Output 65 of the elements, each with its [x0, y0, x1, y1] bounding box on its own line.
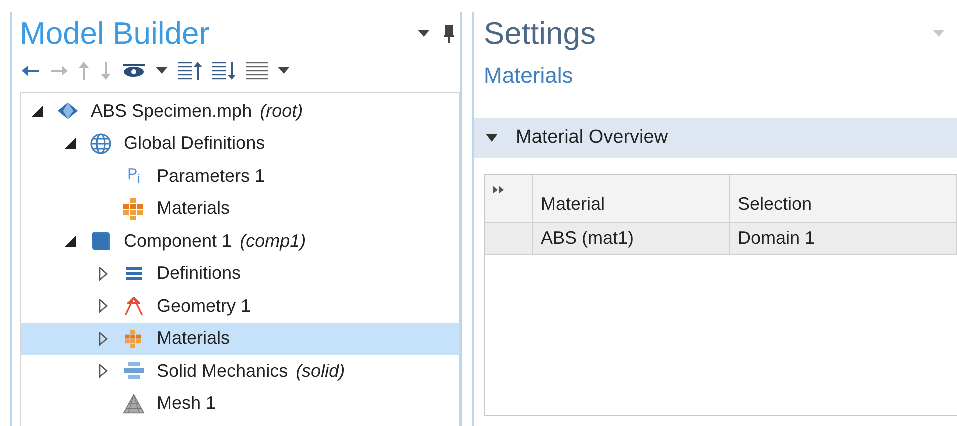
- tree-label: Parameters 1: [157, 166, 266, 187]
- collapsed-arrow-icon[interactable]: [98, 332, 108, 346]
- eye-icon: [122, 64, 146, 78]
- caret-icon: [278, 67, 290, 75]
- section-header[interactable]: Material Overview: [474, 118, 957, 158]
- tree-item[interactable]: P$_{i}$ Parameters 1: [21, 160, 459, 192]
- expanded-arrow-icon[interactable]: [64, 138, 76, 150]
- expanded-arrow-icon[interactable]: [32, 106, 42, 117]
- mesh-icon: [123, 392, 145, 415]
- section-title: Material Overview: [516, 127, 668, 149]
- tree-note: (root): [260, 100, 304, 122]
- caret-icon: [156, 67, 168, 75]
- tree-label: Materials: [157, 198, 230, 220]
- tree-label: Materials: [157, 328, 230, 350]
- tree-label: Global Definitions: [124, 133, 266, 154]
- tree-item[interactable]: Materials: [21, 322, 459, 355]
- tree-item[interactable]: Geometry 1: [21, 290, 459, 322]
- tree-label: Solid Mechanics: [157, 360, 288, 382]
- pin-icon[interactable]: [444, 25, 454, 43]
- expanded-arrow-icon[interactable]: [64, 236, 76, 247]
- tree-label: Component 1: [124, 230, 232, 252]
- collapsed-arrow-icon[interactable]: [98, 364, 108, 378]
- lines-icon: [126, 266, 142, 281]
- tree-item[interactable]: Solid Mechanics (solid): [21, 355, 459, 388]
- tree-label: ABS Specimen.mph: [91, 100, 252, 122]
- tree-note: (solid): [296, 360, 346, 382]
- toolbar-button[interactable]: [246, 61, 290, 81]
- collapsed-arrow-icon[interactable]: [98, 299, 108, 314]
- panel-subtitle: Materials: [483, 62, 574, 90]
- grid-icon: [123, 198, 145, 220]
- geometry-icon: [123, 295, 145, 318]
- toolbar-button[interactable]: [212, 61, 236, 81]
- back-arrow-icon: [22, 65, 40, 77]
- parameters-icon: P$_{i}$: [128, 166, 140, 186]
- tree-note: (comp1): [240, 230, 306, 252]
- forward-arrow-icon: [50, 65, 68, 77]
- tree-label: Mesh 1: [157, 393, 216, 414]
- cube-icon: [91, 231, 111, 252]
- column-header: Selection: [730, 175, 957, 222]
- collapsed-arrow-icon[interactable]: [98, 266, 108, 281]
- collapse-all-icon: [178, 62, 202, 80]
- tree-item[interactable]: Materials: [21, 192, 459, 225]
- tree-item[interactable]: Mesh 1: [21, 388, 459, 420]
- double-arrow-icon[interactable]: [493, 186, 505, 194]
- dropdown-icon: [418, 30, 430, 38]
- expanded-caret-icon[interactable]: [486, 133, 498, 143]
- down-arrow-icon: [100, 62, 112, 80]
- tree-label: Geometry 1: [157, 296, 252, 317]
- panel-title: Model Builder: [20, 16, 210, 52]
- panel-title: Settings: [484, 16, 596, 52]
- dropdown-icon: [933, 30, 945, 38]
- expand-all-icon: [212, 62, 236, 80]
- beam-icon: [123, 361, 145, 382]
- grid-icon: [125, 330, 143, 348]
- tree-label: Definitions: [157, 263, 242, 284]
- column-header: Material: [533, 175, 730, 222]
- diamond-icon: [57, 101, 79, 122]
- list-icon: [246, 62, 268, 80]
- toolbar-button[interactable]: [178, 61, 202, 81]
- tree-item[interactable]: ABS Specimen.mph (root): [21, 95, 459, 128]
- tree-item[interactable]: Definitions: [21, 258, 459, 290]
- tree-item[interactable]: Component 1 (comp1): [21, 225, 459, 258]
- globe-icon: [90, 132, 112, 155]
- tree-item[interactable]: Global Definitions: [21, 128, 459, 160]
- up-arrow-icon: [78, 62, 90, 80]
